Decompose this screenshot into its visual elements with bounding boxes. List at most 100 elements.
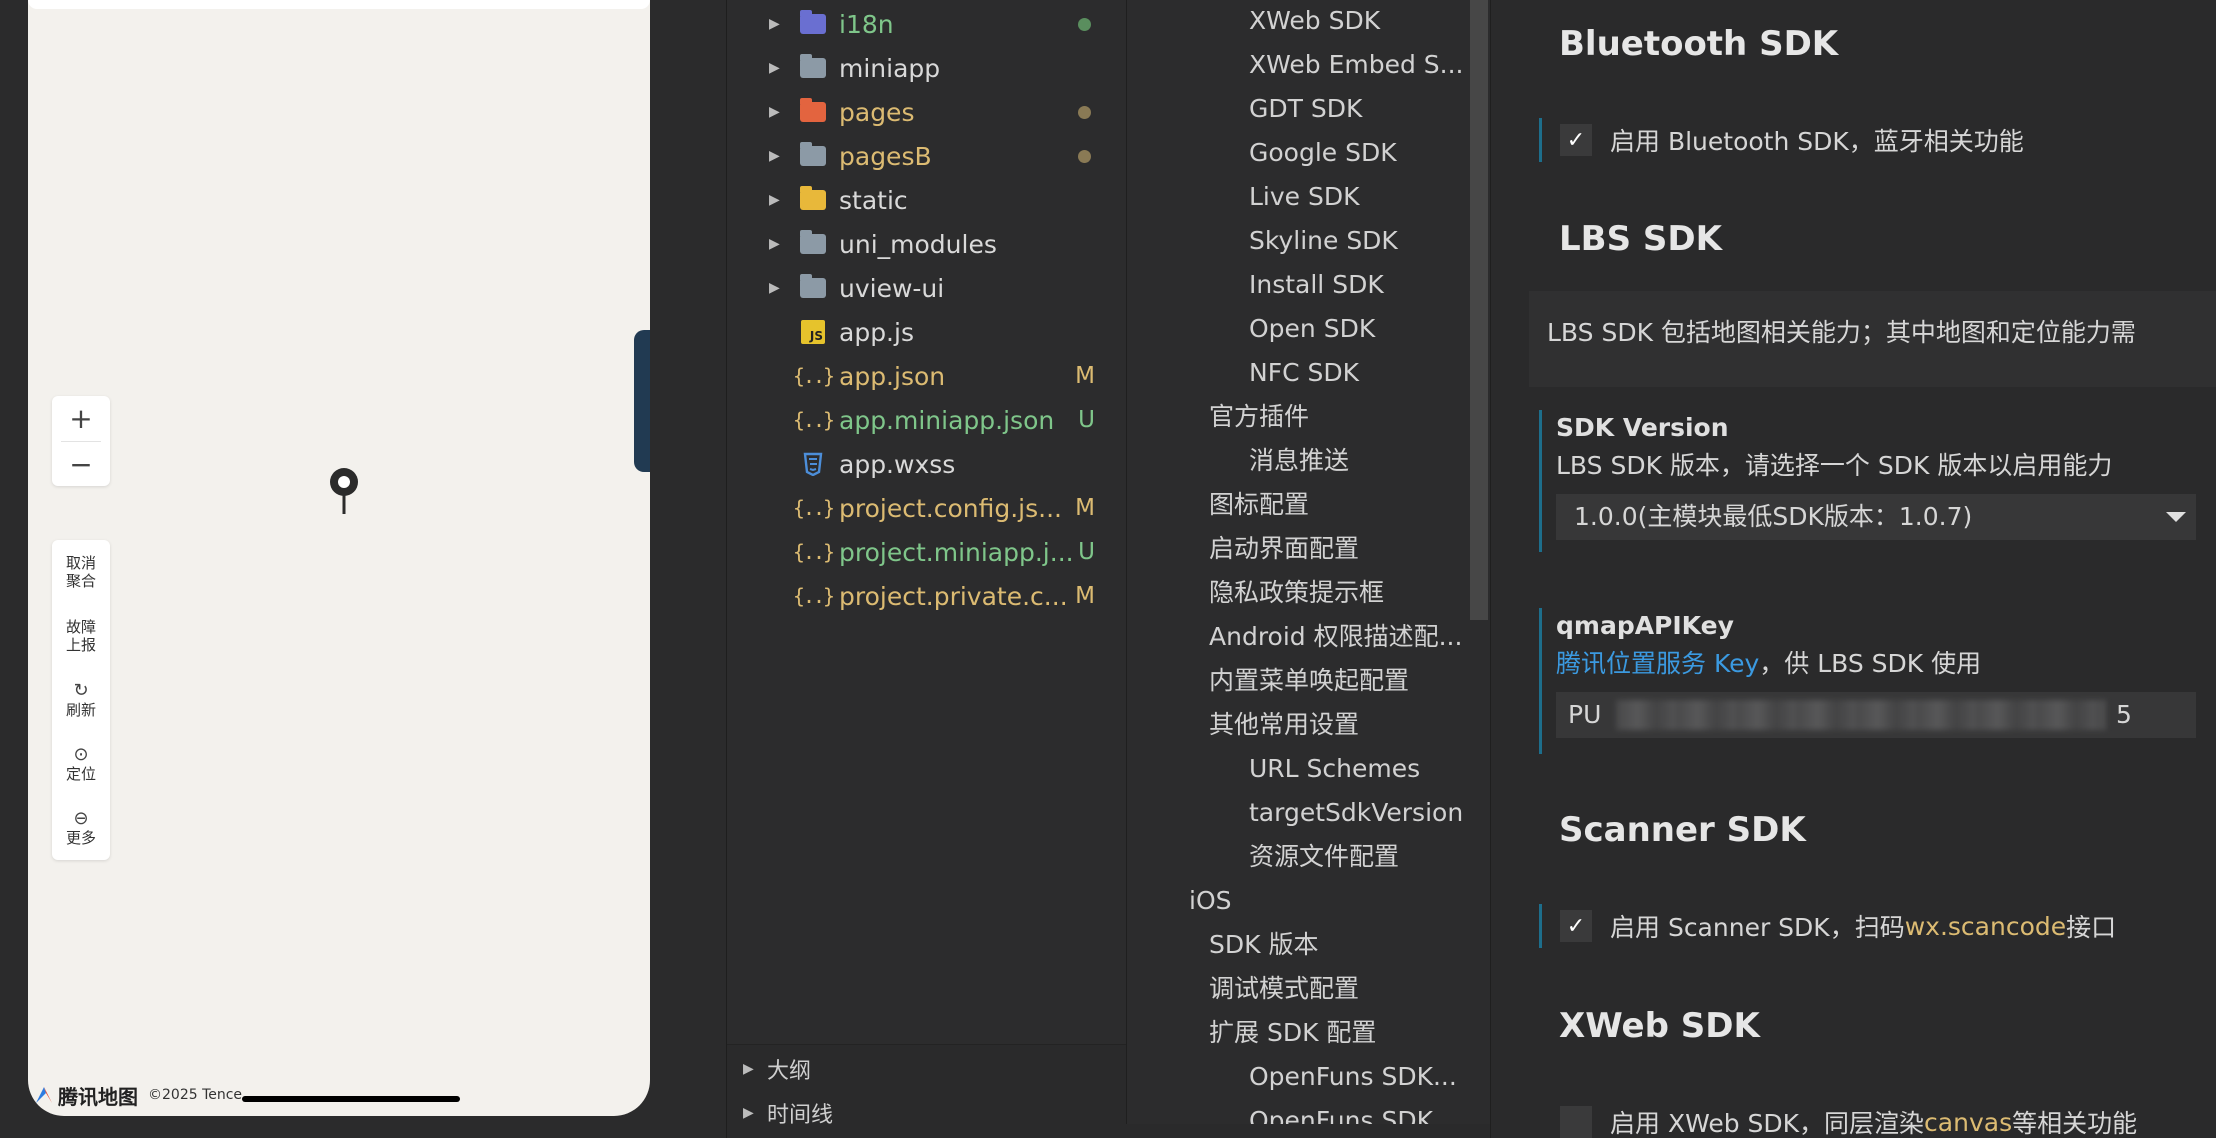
nav-item-live-sdk[interactable]: Live SDK — [1249, 177, 1360, 217]
refresh-button[interactable]: ↻ 刷新 — [52, 668, 110, 732]
xweb-section-title: XWeb SDK — [1559, 1006, 1760, 1046]
tree-item-miniapp[interactable]: ▶ miniapp — [727, 46, 1127, 90]
tree-item-pages[interactable]: ▶ pages — [727, 90, 1127, 134]
bluetooth-checkbox-row[interactable]: ✓ 启用 Bluetooth SDK，蓝牙相关功能 — [1542, 118, 2024, 162]
timeline-section[interactable]: ▶ 时间线 — [727, 1091, 1127, 1135]
filter-tab-label: 筛选 — [646, 368, 650, 406]
nav-item-gdt-sdk[interactable]: GDT SDK — [1249, 89, 1362, 129]
nav-item-other-settings[interactable]: 其他常用设置 — [1209, 705, 1359, 745]
folder-icon — [799, 54, 827, 81]
qmap-key-prefix: PU — [1568, 700, 1602, 729]
qmap-key-suffix: 5 — [2116, 700, 2132, 729]
nav-item-privacy-dialog[interactable]: 隐私政策提示框 — [1209, 573, 1384, 613]
xweb-label-prefix: 启用 XWeb SDK，同层渲染 — [1610, 1109, 1925, 1138]
nav-item-openfuns-1[interactable]: OpenFuns SDK... — [1249, 1057, 1457, 1097]
tree-item-project-config[interactable]: {..} project.config.js... M — [727, 486, 1127, 530]
nav-item-splash-config[interactable]: 启动界面配置 — [1209, 529, 1359, 569]
nav-item-xweb-embed[interactable]: XWeb Embed S... — [1249, 45, 1464, 85]
tree-item-static[interactable]: ▶ static — [727, 178, 1127, 222]
nav-item-openfuns-2[interactable]: OpenFuns SDK... — [1249, 1101, 1457, 1124]
nav-item-xweb-sdk[interactable]: XWeb SDK — [1249, 1, 1380, 41]
tree-item-app-js[interactable]: JS app.js — [727, 310, 1127, 354]
modified-badge: M — [1075, 363, 1095, 389]
nav-item-ios[interactable]: iOS — [1189, 881, 1232, 921]
caret-right-icon: ▶ — [769, 280, 780, 296]
modified-badge: M — [1075, 495, 1095, 521]
scanner-checkbox-row[interactable]: ✓ 启用 Scanner SDK，扫码 wx.scancode 接口 — [1542, 904, 2116, 948]
nav-scrollbar[interactable] — [1470, 0, 1488, 620]
tree-item-label: app.js — [839, 317, 914, 347]
caret-right-icon: ▶ — [769, 16, 780, 32]
xweb-canvas-name: canvas — [1924, 1107, 2013, 1137]
sdk-version-select[interactable]: 1.0.0(主模块最低SDK版本：1.0.7) — [1556, 494, 2196, 540]
nav-item-resources[interactable]: 资源文件配置 — [1249, 837, 1399, 877]
cancel-cluster-button[interactable]: 取消聚合 — [52, 540, 110, 604]
map-logo-text: 腾讯地图 — [58, 1084, 138, 1109]
nav-item-open-sdk[interactable]: Open SDK — [1249, 309, 1375, 349]
untracked-badge: U — [1078, 539, 1095, 565]
xweb-checkbox[interactable] — [1560, 1106, 1592, 1138]
tree-item-app-wxss[interactable]: app.wxss — [727, 442, 1127, 486]
nav-item-url-schemes[interactable]: URL Schemes — [1249, 749, 1420, 789]
tree-item-pagesb[interactable]: ▶ pagesB — [727, 134, 1127, 178]
tree-item-project-private[interactable]: {..} project.private.c... M — [727, 574, 1127, 618]
tree-item-label: miniapp — [839, 53, 941, 83]
caret-right-icon: ▶ — [769, 192, 780, 208]
tree-item-project-miniapp[interactable]: {..} project.miniapp.j... U — [727, 530, 1127, 574]
nav-item-target-sdk[interactable]: targetSdkVersion — [1249, 793, 1463, 833]
status-dot — [1078, 17, 1091, 31]
xweb-checkbox-row[interactable]: 启用 XWeb SDK，同层渲染 canvas 等相关功能 — [1542, 1100, 2137, 1138]
chevron-down-icon — [2166, 512, 2186, 522]
json-file-icon: {..} — [792, 496, 835, 520]
nav-item-official-plugins[interactable]: 官方插件 — [1209, 397, 1309, 437]
home-indicator — [242, 1096, 460, 1102]
status-dot — [1078, 149, 1091, 163]
nav-item-nfc-sdk[interactable]: NFC SDK — [1249, 353, 1359, 393]
untracked-badge: U — [1078, 407, 1095, 433]
bluetooth-checkbox[interactable]: ✓ — [1560, 124, 1592, 156]
tree-item-uview-ui[interactable]: ▶ uview-ui — [727, 266, 1127, 310]
refresh-label: 刷新 — [65, 701, 96, 719]
map-pin-icon[interactable] — [326, 466, 362, 516]
tree-item-label: i18n — [839, 9, 894, 39]
tree-item-app-json[interactable]: {..} app.json M — [727, 354, 1127, 398]
qmap-key-desc: 腾讯位置服务 Key，供 LBS SDK 使用 — [1542, 644, 2196, 684]
scanner-checkbox[interactable]: ✓ — [1560, 910, 1592, 942]
tree-item-label: project.private.c... — [839, 581, 1068, 611]
tree-item-i18n[interactable]: ▶ i18n — [727, 2, 1127, 46]
nav-item-install-sdk[interactable]: Install SDK — [1249, 265, 1384, 305]
qmap-key-input[interactable]: PU 5 — [1556, 692, 2196, 738]
qmap-key-desc-rest: ，供 LBS SDK 使用 — [1759, 649, 1982, 678]
report-fault-button[interactable]: 故障上报 — [52, 604, 110, 668]
nav-item-icon-config[interactable]: 图标配置 — [1209, 485, 1309, 525]
nav-item-skyline-sdk[interactable]: Skyline SDK — [1249, 221, 1398, 261]
tencent-location-key-link[interactable]: 腾讯位置服务 Key — [1556, 649, 1759, 678]
xweb-setting: 启用 XWeb SDK，同层渲染 canvas 等相关功能 — [1539, 1100, 2137, 1138]
nav-item-google-sdk[interactable]: Google SDK — [1249, 133, 1397, 173]
nav-item-android-permissions[interactable]: Android 权限描述配... — [1209, 617, 1462, 657]
caret-right-icon: ▶ — [769, 148, 780, 164]
nav-item-push[interactable]: 消息推送 — [1249, 441, 1349, 481]
qmap-key-setting: qmapAPIKey 腾讯位置服务 Key，供 LBS SDK 使用 PU 5 — [1539, 608, 2196, 754]
bluetooth-section-title: Bluetooth SDK — [1559, 24, 1839, 64]
tree-item-app-miniapp-json[interactable]: {..} app.miniapp.json U — [727, 398, 1127, 442]
caret-right-icon: ▶ — [769, 236, 780, 252]
caret-right-icon: ▶ — [769, 60, 780, 76]
map-copyright: ©2025 Tence — [148, 1087, 243, 1103]
zoom-in-button[interactable]: + — [52, 396, 110, 441]
locate-button[interactable]: ⊙ 定位 — [52, 732, 110, 796]
sdk-version-setting: SDK Version LBS SDK 版本，请选择一个 SDK 版本以启用能力… — [1539, 410, 2196, 552]
file-explorer: ▶ i18n ▶ miniapp ▶ pages ▶ pagesB ▶ stat… — [726, 0, 1127, 1138]
nav-item-sdk-version[interactable]: SDK 版本 — [1209, 925, 1318, 965]
lbs-description-text: LBS SDK 包括地图相关能力；其中地图和定位能力需 — [1547, 318, 2136, 347]
nav-item-debug-mode[interactable]: 调试模式配置 — [1209, 969, 1359, 1009]
static-folder-icon — [799, 186, 827, 213]
filter-tab[interactable]: 筛选 ‹ — [634, 330, 650, 472]
zoom-out-button[interactable]: − — [52, 442, 110, 487]
locate-icon: ⊙ — [73, 744, 89, 765]
more-button[interactable]: ⊖ 更多 — [52, 796, 110, 860]
nav-item-extension-sdk[interactable]: 扩展 SDK 配置 — [1209, 1013, 1376, 1053]
outline-section[interactable]: ▶ 大纲 — [727, 1047, 1127, 1091]
tree-item-uni-modules[interactable]: ▶ uni_modules — [727, 222, 1127, 266]
nav-item-menu-config[interactable]: 内置菜单唤起配置 — [1209, 661, 1409, 701]
